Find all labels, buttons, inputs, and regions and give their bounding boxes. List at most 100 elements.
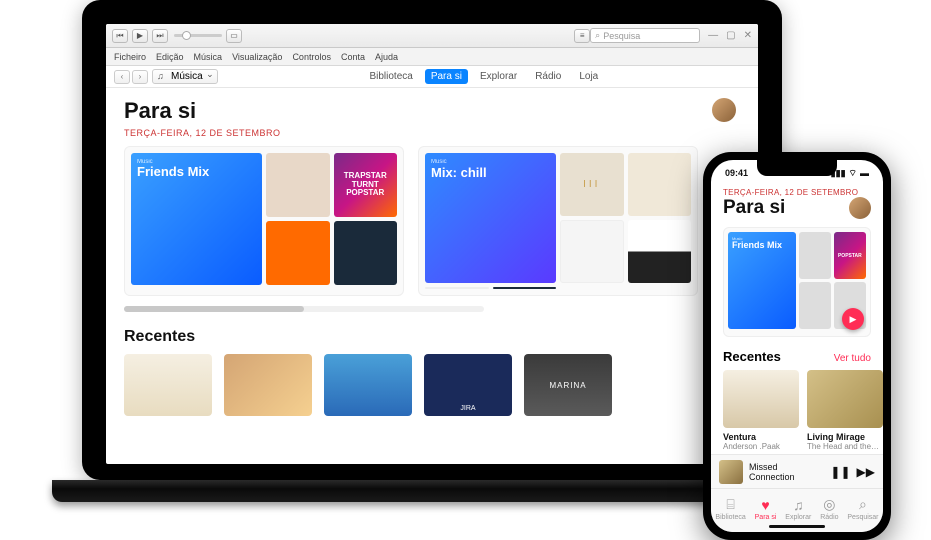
phone-account-avatar[interactable] [849, 197, 871, 219]
recents-heading: Recentes [124, 328, 740, 346]
phone-friends-mix-card[interactable]: Music Friends Mix POPSTAR ▶ [723, 227, 871, 337]
airplay-button[interactable]: ▭ [226, 29, 242, 43]
recent-album[interactable] [124, 354, 212, 416]
laptop-hinge [52, 480, 812, 502]
maximize-button[interactable]: ▢ [726, 30, 735, 41]
now-playing-title: Missed Connection [749, 462, 824, 482]
main-tabs: Biblioteca Para si Explorar Rádio Loja [218, 69, 750, 84]
menu-controlos[interactable]: Controlos [292, 52, 331, 62]
minimize-button[interactable]: — [708, 30, 718, 41]
skip-button[interactable]: ▶▶ [857, 465, 875, 479]
account-avatar[interactable] [712, 98, 736, 122]
library-icon: ⌸ [726, 496, 734, 513]
friends-mix-hero: Music Friends Mix [131, 153, 262, 285]
menu-ficheiro[interactable]: Ficheiro [114, 52, 146, 62]
recent-album[interactable]: JIRA [424, 354, 512, 416]
phone-date-label: TERÇA-FEIRA, 12 DE SETEMBRO [723, 188, 871, 197]
album-title: Ventura [723, 432, 799, 442]
battery-icon: ▬ [860, 168, 869, 178]
menu-conta[interactable]: Conta [341, 52, 365, 62]
phone-header: Para si [723, 197, 871, 219]
phone-recent-album[interactable]: Ventura Anderson .Paak [723, 370, 799, 451]
tab-para-si-phone[interactable]: ♥Para si [755, 497, 777, 521]
back-button[interactable]: ‹ [114, 70, 130, 84]
now-playing-art [719, 460, 743, 484]
album-art-tile [628, 153, 692, 216]
tab-loja[interactable]: Loja [573, 69, 604, 84]
date-label: TERÇA-FEIRA, 12 DE SETEMBRO [124, 128, 740, 138]
menu-ajuda[interactable]: Ajuda [375, 52, 398, 62]
tab-para-si[interactable]: Para si [425, 69, 468, 84]
iphone-device-frame: 09:41 ▮▮▮ ⌔ ▬ TERÇA-FEIRA, 12 DE SETEMBR… [703, 152, 891, 540]
friends-mix-card[interactable]: Music Friends Mix TRAPSTAR TURNT POPSTAR [124, 146, 404, 296]
tab-biblioteca-phone[interactable]: ⌸Biblioteca [715, 496, 745, 521]
playback-controls: ⏮ ▶ ⏭ [112, 29, 168, 43]
play-fab-button[interactable]: ▶ [842, 308, 864, 330]
content-area: Para si TERÇA-FEIRA, 12 DE SETEMBRO Musi… [106, 88, 758, 464]
media-type-label: Música [171, 71, 203, 82]
heart-icon: ♥ [761, 497, 769, 513]
page-title: Para si [124, 98, 740, 124]
popstar-tile: TRAPSTAR TURNT POPSTAR [334, 153, 398, 217]
phone-friends-mix-title: Friends Mix [732, 241, 782, 251]
mix-card-row: Music Friends Mix TRAPSTAR TURNT POPSTAR [124, 146, 740, 296]
menubar: Ficheiro Edição Música Visualização Cont… [106, 48, 758, 66]
forward-button[interactable]: › [132, 70, 148, 84]
close-button[interactable]: ✕ [744, 30, 752, 41]
search-icon: ⌕ [595, 30, 600, 41]
menu-edicao[interactable]: Edição [156, 52, 184, 62]
recents-section: Recentes JIRA MARINA [124, 328, 740, 416]
album-art-tile [628, 220, 692, 283]
play-button[interactable]: ▶ [132, 29, 148, 43]
recent-album[interactable] [324, 354, 412, 416]
tab-pesquisar-phone[interactable]: ⌕Pesquisar [847, 496, 878, 521]
tab-biblioteca[interactable]: Biblioteca [363, 69, 418, 84]
tab-radio[interactable]: Rádio [529, 69, 567, 84]
home-indicator[interactable] [769, 525, 825, 528]
next-button[interactable]: ⏭ [152, 29, 168, 43]
phone-recents-heading: Recentes [723, 349, 781, 364]
iii-tile: III [560, 153, 624, 216]
album-art-tile [799, 282, 831, 329]
tab-radio-phone[interactable]: ◎Rádio [820, 496, 838, 521]
chill-mix-title: Mix: chill [431, 165, 487, 180]
window-controls: — ▢ ✕ [708, 30, 752, 41]
recent-albums-strip[interactable]: JIRA MARINA [124, 354, 740, 416]
list-view-button[interactable]: ≡ [574, 29, 590, 43]
album-cover [723, 370, 799, 428]
tab-explorar[interactable]: Explorar [474, 69, 523, 84]
radio-icon: ◎ [823, 496, 835, 513]
now-playing-bar[interactable]: Missed Connection ❚❚ ▶▶ [711, 454, 883, 488]
search-input[interactable]: ⌕ Pesquisa [590, 28, 700, 43]
music-icon: ♫ [793, 497, 804, 513]
search-placeholder: Pesquisa [603, 31, 640, 41]
phone-album-row[interactable]: Ventura Anderson .Paak Living Mirage The… [723, 370, 871, 451]
volume-slider[interactable] [174, 34, 222, 37]
recent-album[interactable] [224, 354, 312, 416]
phone-recents-header: Recentes Ver tudo [723, 349, 871, 364]
album-artist: The Head and the… [807, 442, 883, 451]
notch [757, 160, 837, 176]
phone-recent-album[interactable]: Living Mirage The Head and the… [807, 370, 883, 451]
menu-visualizacao[interactable]: Visualização [232, 52, 282, 62]
menu-musica[interactable]: Música [194, 52, 223, 62]
laptop-bezel: ⏮ ▶ ⏭ ▭ ≡ ⌕ Pesquisa — ▢ ✕ [82, 0, 782, 480]
wifi-icon: ⌔ [849, 168, 857, 179]
album-art-tile [425, 287, 489, 289]
see-all-link[interactable]: Ver tudo [834, 353, 871, 364]
pause-button[interactable]: ❚❚ [830, 465, 850, 479]
tab-explorar-phone[interactable]: ♫Explorar [785, 497, 811, 521]
search-icon: ⌕ [859, 496, 867, 513]
album-artist: Anderson .Paak [723, 442, 799, 451]
recent-album[interactable]: MARINA [524, 354, 612, 416]
chill-mix-hero: Music Mix: chill [425, 153, 556, 283]
horizontal-scrollbar[interactable] [124, 306, 484, 312]
phone-friends-mix-hero: Music Friends Mix [728, 232, 796, 329]
chill-mix-card[interactable]: Music Mix: chill III [418, 146, 698, 296]
status-time: 09:41 [725, 168, 748, 178]
itunes-window: ⏮ ▶ ⏭ ▭ ≡ ⌕ Pesquisa — ▢ ✕ [106, 24, 758, 464]
media-type-dropdown[interactable]: Música [152, 69, 218, 84]
previous-button[interactable]: ⏮ [112, 29, 128, 43]
titlebar: ⏮ ▶ ⏭ ▭ ≡ ⌕ Pesquisa — ▢ ✕ [106, 24, 758, 48]
apple-music-badge: Music [431, 159, 447, 165]
